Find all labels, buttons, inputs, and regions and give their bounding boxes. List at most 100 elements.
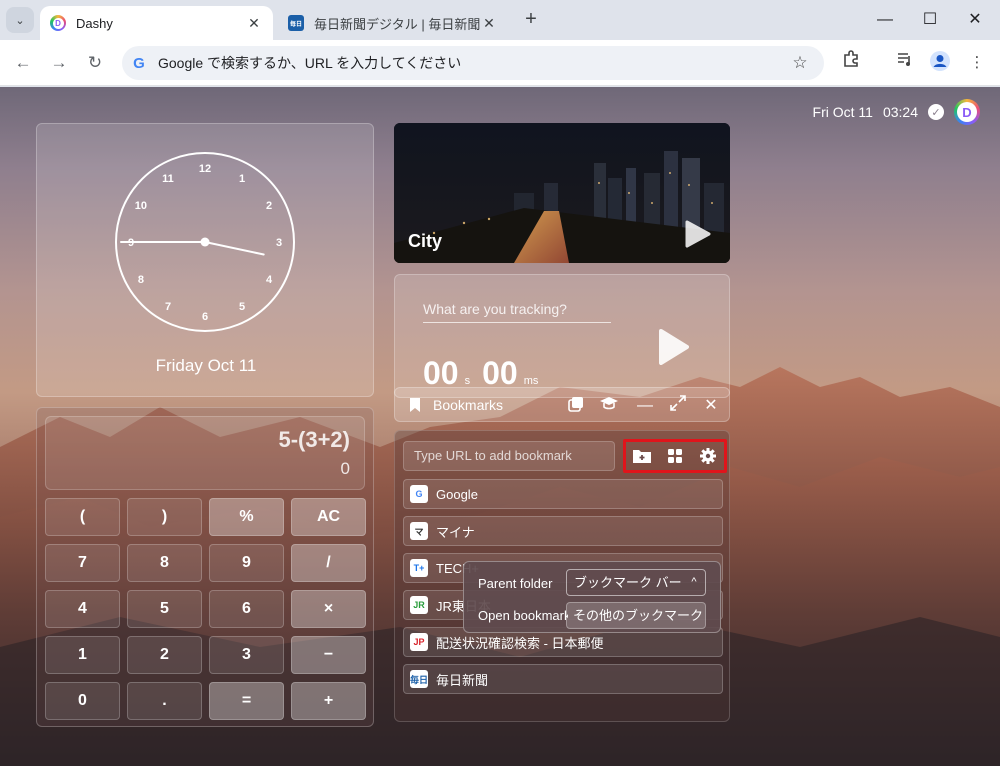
tab-mainichi[interactable]: 毎日 毎日新聞デジタル | 毎日新聞のニュ ✕ (278, 6, 508, 40)
bookmark-item[interactable]: G Google (403, 479, 723, 509)
video-title: City (408, 231, 443, 251)
calc-key[interactable]: 1 (45, 636, 120, 674)
add-folder-icon[interactable] (631, 445, 653, 467)
calc-key[interactable]: 8 (127, 544, 202, 582)
parent-folder-label: Parent folder (478, 576, 553, 591)
open-bookmarks-label: Open bookmarks in (478, 608, 568, 623)
calculator-keypad: ()% AC 7 8 9/ 4 5 6 × 1 2 3− 0. = + (45, 498, 367, 720)
bookmark-label: 毎日新聞 (436, 672, 489, 688)
check-icon[interactable]: ✓ (928, 104, 944, 120)
minimize-window-icon[interactable]: — (870, 8, 900, 32)
calc-key[interactable]: = (209, 682, 284, 720)
calc-key[interactable]: 0 (45, 682, 120, 720)
bookmark-favicon-icon: G (410, 485, 428, 503)
bookmark-item[interactable]: ママイナ (403, 516, 723, 546)
dropdown-option-other-bookmarks[interactable]: その他のブックマーク (566, 602, 706, 629)
calc-key[interactable]: % (209, 498, 284, 536)
clock-number: 3 (276, 237, 282, 249)
kebab-menu-icon[interactable]: ⋮ (964, 50, 990, 76)
tab-strip: ⌄ D Dashy ✕ 毎日 毎日新聞デジタル | 毎日新聞のニュ ✕ + — … (0, 0, 1000, 40)
clock-widget: 121234567891011 Friday Oct 11 (36, 123, 374, 397)
grid-view-icon[interactable] (664, 445, 686, 467)
clock-number: 2 (266, 200, 272, 212)
bookmark-label: マイナ (436, 524, 475, 540)
calc-key[interactable]: 9 (209, 544, 284, 582)
calculator-expression: 5-(3+2) (278, 427, 350, 452)
clock-number: 4 (266, 274, 273, 286)
forward-arrow-icon[interactable]: → (46, 50, 72, 76)
copy-icon[interactable] (565, 395, 587, 417)
clock-number: 6 (202, 311, 208, 323)
calculator-result: 0 (340, 459, 350, 478)
bookmark-url-input[interactable]: Type URL to add bookmark (403, 441, 615, 471)
clock-center-dot (200, 237, 210, 247)
bookmarks-title: Bookmarks (433, 397, 504, 413)
expand-widget-icon[interactable] (667, 395, 689, 417)
time-tracker-widget: What are you tracking? 00 s 00 ms (394, 274, 730, 398)
bookmark-label: 配送状況確認検索 - 日本郵便 (436, 635, 604, 651)
clock-number: 12 (199, 163, 211, 175)
clock-number: 10 (135, 200, 147, 212)
calc-key[interactable]: × (291, 590, 366, 628)
bookmark-icon (410, 398, 420, 412)
tracker-seconds-unit: s (464, 375, 471, 387)
minimize-widget-icon[interactable]: — (634, 395, 656, 417)
bookmark-star-icon[interactable]: ☆ (786, 53, 814, 73)
calc-key[interactable]: AC (291, 498, 366, 536)
avatar-letter: D (957, 102, 977, 122)
calc-key[interactable]: 2 (127, 636, 202, 674)
tab-title: 毎日新聞デジタル | 毎日新聞のニュ (314, 16, 480, 32)
calc-key[interactable]: ( (45, 498, 120, 536)
current-time: 03:24 (882, 104, 918, 120)
extensions-puzzle-icon[interactable] (838, 50, 864, 76)
address-bar[interactable]: G Google で検索するか、URL を入力してください ☆ (122, 46, 824, 80)
calc-key[interactable]: . (127, 682, 202, 720)
close-tab-icon[interactable]: ✕ (245, 15, 263, 32)
avatar[interactable]: D (954, 99, 980, 125)
tracker-milliseconds-unit: ms (523, 375, 539, 387)
tracking-task-input[interactable]: What are you tracking? (423, 301, 611, 323)
bookmark-favicon-icon: JR (410, 596, 428, 614)
calc-key[interactable]: 5 (127, 590, 202, 628)
close-window-icon[interactable]: ✕ (960, 8, 990, 32)
tab-title: Dashy (76, 15, 113, 31)
bookmark-favicon-icon: T+ (410, 559, 428, 577)
dashy-page: Fri Oct 11 03:24 ✓ D 121234567891011 Fri… (0, 87, 1000, 766)
tab-search-chevron-icon[interactable]: ⌄ (6, 7, 34, 33)
browser-toolbar: ← → ↻ G Google で検索するか、URL を入力してください ☆ ⋮ (0, 40, 1000, 86)
close-widget-icon[interactable]: ✕ (700, 395, 722, 417)
calc-key[interactable]: 7 (45, 544, 120, 582)
calc-key[interactable]: ) (127, 498, 202, 536)
city-night-image (394, 123, 730, 263)
clock-date-label: Friday Oct 11 (155, 356, 257, 375)
back-arrow-icon[interactable]: ← (10, 50, 36, 76)
close-tab-icon[interactable]: ✕ (480, 15, 498, 32)
parent-folder-value: ブックマーク バー (574, 575, 682, 590)
bookmark-favicon-icon: JP (410, 633, 428, 651)
calc-key[interactable]: − (291, 636, 366, 674)
maximize-window-icon[interactable]: ☐ (915, 8, 945, 32)
parent-folder-select[interactable]: ブックマーク バー ^ (566, 569, 706, 596)
hour-hand (204, 241, 265, 256)
ambient-video-widget[interactable]: City (394, 123, 730, 263)
video-play-icon[interactable] (684, 219, 712, 249)
mainichi-favicon-icon: 毎日 (288, 15, 304, 31)
calc-key[interactable]: 6 (209, 590, 284, 628)
clock-number: 8 (138, 274, 144, 286)
bookmark-favicon-icon: マ (410, 522, 428, 540)
media-control-icon[interactable] (892, 50, 918, 76)
new-tab-button[interactable]: + (519, 8, 543, 32)
graduation-cap-icon[interactable] (598, 395, 620, 417)
profile-icon[interactable] (927, 50, 953, 76)
tracker-play-icon[interactable] (657, 327, 691, 367)
settings-gear-icon[interactable] (697, 445, 719, 467)
reload-icon[interactable]: ↻ (82, 50, 108, 76)
calc-key[interactable]: 3 (209, 636, 284, 674)
chevron-up-icon: ^ (691, 576, 697, 588)
calc-key[interactable]: / (291, 544, 366, 582)
bookmark-item[interactable]: 毎日 毎日新聞 (403, 664, 723, 694)
calc-key[interactable]: 4 (45, 590, 120, 628)
dashy-favicon-icon: D (50, 15, 66, 31)
calc-key[interactable]: + (291, 682, 366, 720)
tab-dashy[interactable]: D Dashy ✕ (40, 6, 273, 40)
